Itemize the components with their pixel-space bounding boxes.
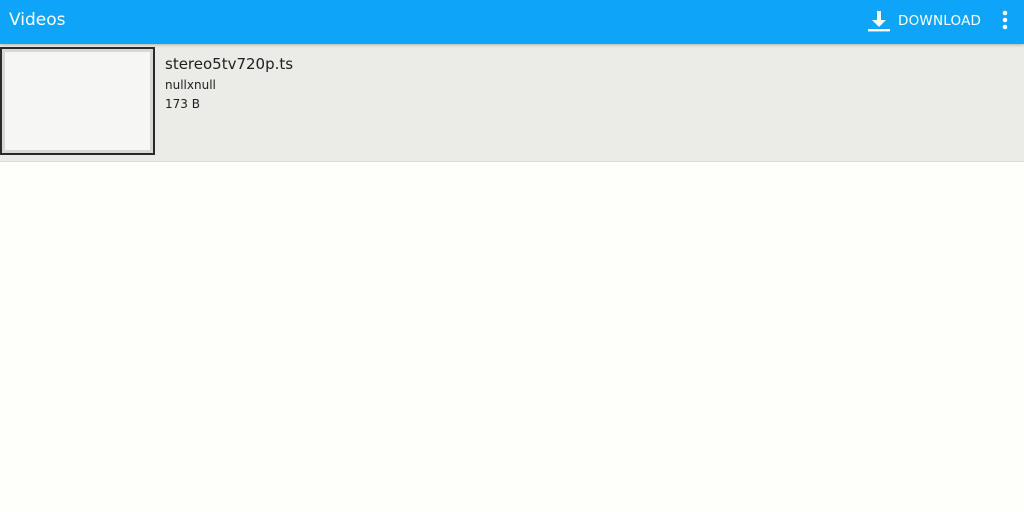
- video-thumbnail[interactable]: [0, 47, 155, 155]
- app-window: Videos DOWNLOAD stereo5tv720p.ts nullxnu…: [0, 0, 1024, 512]
- app-toolbar: Videos DOWNLOAD: [0, 0, 1024, 44]
- download-button[interactable]: DOWNLOAD: [862, 6, 985, 36]
- video-list-item[interactable]: stereo5tv720p.ts nullxnull 173 B: [0, 44, 1024, 162]
- overflow-menu-button[interactable]: [994, 8, 1016, 34]
- video-file-size: 173 B: [165, 97, 200, 111]
- download-button-label: DOWNLOAD: [898, 13, 982, 29]
- video-title: stereo5tv720p.ts: [165, 55, 294, 73]
- video-resolution: nullxnull: [165, 78, 216, 92]
- video-list: stereo5tv720p.ts nullxnull 173 B: [0, 44, 1024, 162]
- download-icon: [868, 11, 890, 32]
- page-title: Videos: [9, 10, 66, 30]
- more-vert-icon: [1002, 10, 1008, 30]
